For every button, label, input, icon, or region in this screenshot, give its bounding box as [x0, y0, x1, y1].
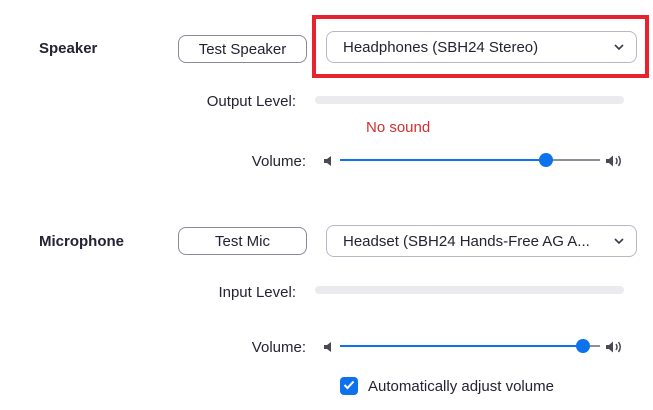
- output-level-label: Output Level:: [206, 93, 296, 110]
- slider-thumb[interactable]: [576, 339, 590, 353]
- volume-high-icon: [605, 153, 625, 169]
- microphone-device-value: Headset (SBH24 Hands-Free AG A...: [343, 232, 590, 250]
- volume-high-icon: [605, 339, 625, 355]
- slider-fill: [340, 345, 583, 347]
- input-level-label: Input Level:: [218, 284, 296, 301]
- checkmark-icon: [343, 377, 355, 395]
- test-mic-button[interactable]: Test Mic: [178, 227, 307, 255]
- speaker-section-label: Speaker: [39, 40, 98, 57]
- microphone-volume-slider[interactable]: [340, 339, 600, 353]
- chevron-down-icon: [612, 234, 626, 248]
- volume-low-icon: [323, 340, 335, 354]
- volume-low-icon: [323, 154, 335, 168]
- speaker-device-value: Headphones (SBH24 Stereo): [343, 38, 539, 56]
- speaker-device-dropdown[interactable]: Headphones (SBH24 Stereo): [326, 31, 637, 63]
- microphone-volume-label: Volume:: [251, 339, 306, 356]
- auto-adjust-checkbox[interactable]: [340, 377, 358, 395]
- slider-track-remaining: [546, 159, 600, 161]
- chevron-down-icon: [612, 40, 626, 54]
- auto-adjust-label: Automatically adjust volume: [368, 377, 554, 395]
- test-speaker-button[interactable]: Test Speaker: [178, 35, 307, 63]
- microphone-device-dropdown[interactable]: Headset (SBH24 Hands-Free AG A...: [326, 225, 637, 257]
- microphone-section-label: Microphone: [39, 233, 124, 250]
- slider-fill: [340, 159, 546, 161]
- slider-thumb[interactable]: [539, 153, 553, 167]
- auto-adjust-volume-option[interactable]: Automatically adjust volume: [340, 377, 554, 395]
- speaker-volume-slider[interactable]: [340, 153, 600, 167]
- no-sound-status: No sound: [366, 119, 431, 136]
- output-level-meter: [315, 96, 624, 104]
- input-level-meter: [315, 286, 624, 294]
- speaker-volume-label: Volume:: [251, 153, 306, 170]
